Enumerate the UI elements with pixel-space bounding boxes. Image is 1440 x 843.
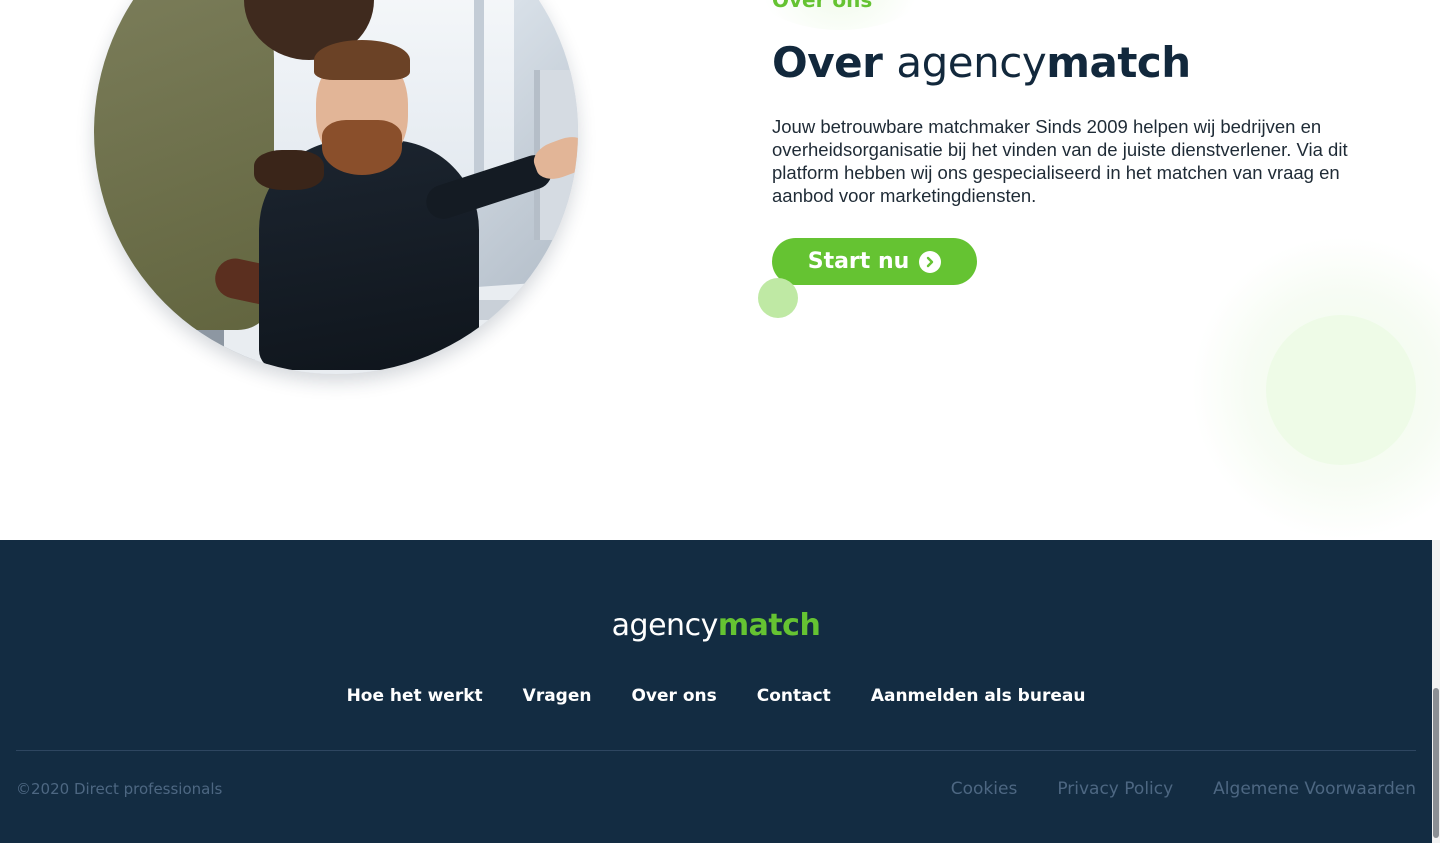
footer-link-over-ons[interactable]: Over ons — [631, 686, 716, 706]
footer-link-contact[interactable]: Contact — [757, 686, 831, 706]
footer-link-aanmelden-als-bureau[interactable]: Aanmelden als bureau — [871, 686, 1086, 706]
photo-person-seated-hair — [314, 40, 410, 80]
title-over: Over — [772, 38, 897, 87]
decorative-dot — [758, 278, 798, 318]
legal-links: Cookies Privacy Policy Algemene Voorwaar… — [951, 779, 1416, 799]
photo-person-seated-beard — [322, 120, 402, 175]
footer-link-vragen[interactable]: Vragen — [523, 686, 592, 706]
title-agency: agency — [896, 38, 1047, 87]
photo-person-standing-hand — [254, 150, 324, 190]
legal-link-privacy-policy[interactable]: Privacy Policy — [1057, 779, 1173, 799]
footer-divider — [16, 750, 1416, 751]
photo-window-frame — [474, 0, 484, 180]
footer-nav: Hoe het werkt Vragen Over ons Contact Aa… — [0, 686, 1432, 706]
legal-link-algemene-voorwaarden[interactable]: Algemene Voorwaarden — [1213, 779, 1416, 799]
section-description: Jouw betrouwbare matchmaker Sinds 2009 h… — [772, 116, 1348, 206]
footer-logo-match: match — [717, 608, 821, 643]
chevron-right-circle-icon — [919, 250, 942, 273]
team-photo — [94, 0, 578, 374]
footer-link-hoe-het-werkt[interactable]: Hoe het werkt — [347, 686, 483, 706]
site-footer: agencymatch Hoe het werkt Vragen Over on… — [0, 540, 1432, 843]
start-now-label: Start nu — [807, 249, 910, 274]
legal-link-cookies[interactable]: Cookies — [951, 779, 1018, 799]
footer-logo[interactable]: agencymatch — [0, 608, 1432, 643]
start-now-button[interactable]: Start nu — [772, 238, 977, 285]
section-eyebrow: Over ons — [772, 0, 873, 12]
scrollbar-thumb[interactable] — [1433, 688, 1439, 838]
footer-logo-agency: agency — [611, 608, 719, 643]
copyright-text: ©2020 Direct professionals — [16, 780, 223, 798]
about-section: Over ons Over agencymatch Jouw betrouwba… — [0, 0, 1440, 540]
decorative-circle-large — [1266, 315, 1416, 465]
title-match: match — [1046, 38, 1191, 87]
page: Over ons Over agencymatch Jouw betrouwba… — [0, 0, 1440, 843]
section-title: Over agencymatch — [772, 38, 1191, 87]
